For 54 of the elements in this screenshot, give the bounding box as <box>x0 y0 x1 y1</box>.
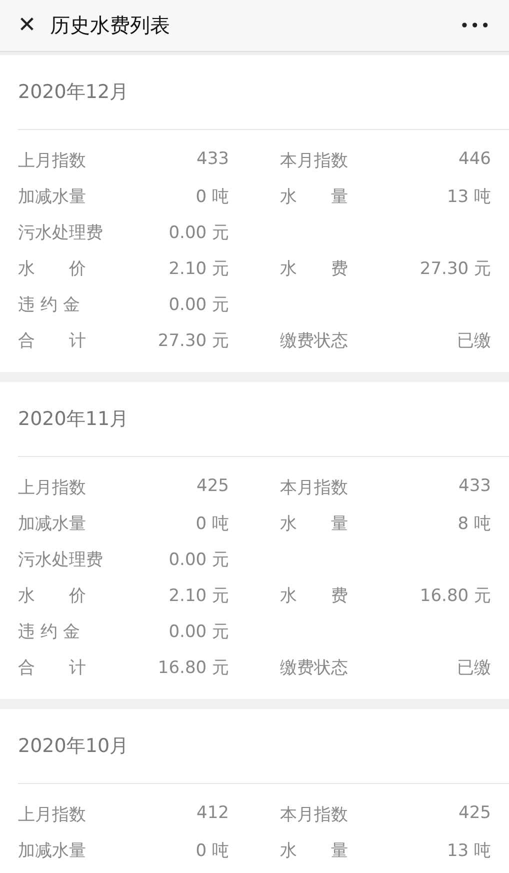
field-label: 水 量 <box>280 186 348 208</box>
field-label: 违 约 金 <box>18 620 80 642</box>
field-label: 违 约 金 <box>18 294 80 316</box>
month-title: 2020年10月 <box>18 734 129 759</box>
field-value: 0 吨 <box>196 512 229 534</box>
field-value: 已缴 <box>457 330 491 352</box>
field-label: 水 量 <box>280 512 348 534</box>
page-title: 历史水费列表 <box>50 12 171 39</box>
field-value: 433 <box>196 148 229 170</box>
field-label: 合 计 <box>18 656 86 678</box>
field-value: 已缴 <box>457 656 491 678</box>
field-value: 2.10 元 <box>168 584 229 606</box>
close-button[interactable]: ✕ <box>14 13 40 38</box>
field-value: 0 吨 <box>196 186 229 208</box>
field-label: 上月指数 <box>18 476 86 498</box>
field-value: 0 吨 <box>196 840 229 862</box>
field-label: 上月指数 <box>18 150 86 172</box>
field-label: 缴费状态 <box>280 656 348 678</box>
field-label: 加减水量 <box>18 186 86 208</box>
field-label: 污水处理费 <box>18 548 103 570</box>
field-value: 433 <box>458 476 491 498</box>
field-value: 446 <box>458 148 491 170</box>
field-value: 13 吨 <box>446 186 491 208</box>
field-label: 上月指数 <box>18 804 86 826</box>
field-label: 合 计 <box>18 330 86 352</box>
field-label: 水 价 <box>18 258 86 280</box>
field-label: 水 费 <box>280 258 348 280</box>
field-label: 缴费状态 <box>280 330 348 352</box>
field-value: 16.80 元 <box>420 584 491 606</box>
field-label: 水 量 <box>280 840 348 862</box>
field-label: 水 费 <box>280 584 348 606</box>
month-title: 2020年12月 <box>18 80 129 105</box>
field-value: 8 吨 <box>458 512 491 534</box>
field-label: 污水处理费 <box>18 222 103 244</box>
field-label: 本月指数 <box>280 804 348 826</box>
field-label: 加减水量 <box>18 512 86 534</box>
field-value: 0.00 元 <box>168 222 229 244</box>
field-value: 0.00 元 <box>168 294 229 316</box>
month-title: 2020年11月 <box>18 407 129 432</box>
field-value: 27.30 元 <box>158 330 229 352</box>
field-value: 425 <box>196 476 229 498</box>
field-value: 425 <box>458 802 491 824</box>
field-value: 0.00 元 <box>168 548 229 570</box>
more-button[interactable]: ••• <box>456 16 495 35</box>
field-label: 水 价 <box>18 584 86 606</box>
field-value: 27.30 元 <box>420 258 491 280</box>
field-value: 16.80 元 <box>158 656 229 678</box>
field-value: 13 吨 <box>446 840 491 862</box>
field-label: 本月指数 <box>280 476 348 498</box>
field-label: 加减水量 <box>18 840 86 862</box>
field-value: 0.00 元 <box>168 620 229 642</box>
field-value: 412 <box>196 802 229 824</box>
field-value: 2.10 元 <box>168 258 229 280</box>
field-label: 本月指数 <box>280 150 348 172</box>
